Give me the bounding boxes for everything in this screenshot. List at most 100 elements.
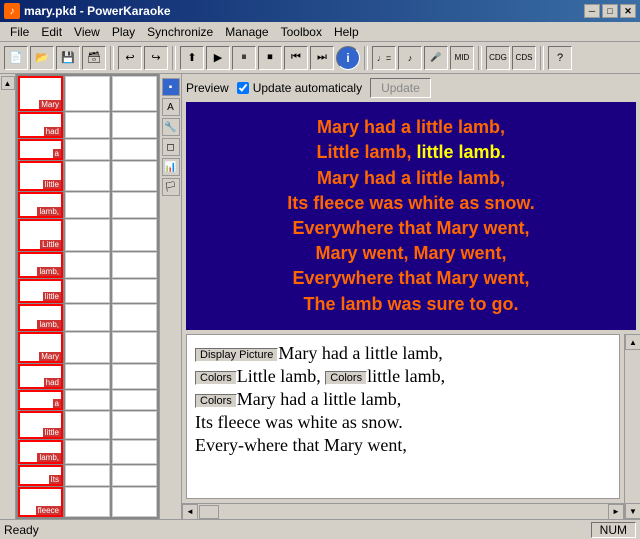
h-scroll-right[interactable]: ► (608, 504, 624, 520)
side-btn-4[interactable]: ◻ (162, 138, 180, 156)
syllable-a2[interactable]: a (18, 390, 63, 410)
preview-line-5: Everywhere that Mary went, (292, 218, 529, 238)
syllable-fleece[interactable]: fleece (18, 487, 63, 517)
toolbar-sep-1 (110, 46, 114, 70)
track2-block-3 (65, 139, 110, 160)
track3-block-13 (112, 411, 157, 439)
syllable-had2[interactable]: had (18, 364, 63, 389)
track3-block-10 (112, 332, 157, 363)
cds-button[interactable]: CDS (512, 46, 536, 70)
tag-colors-1[interactable]: Colors (195, 371, 237, 385)
window-title: mary.pkd - PowerKaraoke (24, 4, 171, 18)
menu-play[interactable]: Play (106, 23, 141, 41)
save-all-button[interactable]: 🗃 (82, 46, 106, 70)
voice-button[interactable]: 🎤 (424, 46, 448, 70)
syllable-had[interactable]: had (18, 112, 63, 138)
track2-block-15 (65, 465, 110, 486)
import-button[interactable]: ⬆ (180, 46, 204, 70)
cd-button[interactable]: CDG (486, 46, 510, 70)
menu-manage[interactable]: Manage (219, 23, 274, 41)
text-line-1: Display PictureMary had a little lamb, (195, 343, 611, 364)
next-button[interactable]: ⏭ (310, 46, 334, 70)
side-btn-1[interactable]: ▪ (162, 78, 180, 96)
menu-file[interactable]: File (4, 23, 35, 41)
preview-label: Preview (186, 81, 229, 95)
text-display-area[interactable]: Display PictureMary had a little lamb, C… (186, 334, 620, 499)
scroll-up[interactable]: ▲ (1, 76, 15, 90)
toolbar-sep-5 (540, 46, 544, 70)
tag-colors-2[interactable]: Colors (325, 371, 367, 385)
maximize-button[interactable]: □ (602, 4, 618, 18)
app-icon: ♪ (4, 3, 20, 19)
text-line-3: ColorsMary had a little lamb, (195, 389, 611, 410)
stop-button[interactable]: ⏹ (258, 46, 282, 70)
syllable-lamb[interactable]: lamb, (18, 192, 63, 218)
tag-display-picture[interactable]: Display Picture (195, 348, 278, 362)
preview-header: Preview Update automaticaly Update (186, 78, 636, 98)
help-toolbar-button[interactable]: ? (548, 46, 572, 70)
syllable-a[interactable]: a (18, 139, 63, 160)
side-btn-6[interactable]: 🏳 (162, 178, 180, 196)
menu-synchronize[interactable]: Synchronize (141, 23, 219, 41)
undo-button[interactable]: ↩ (118, 46, 142, 70)
track2-block-1 (65, 76, 110, 111)
menu-edit[interactable]: Edit (35, 23, 68, 41)
track3-block-3 (112, 139, 157, 160)
text-wrapper: Display PictureMary had a little lamb, C… (182, 334, 624, 519)
preview-line-4: Its fleece was white as snow. (287, 193, 534, 213)
h-scrollbar: ◄ ► (182, 503, 624, 519)
track2-block-7 (65, 252, 110, 278)
toolbar-sep-2 (172, 46, 176, 70)
syllable-Its[interactable]: Its (18, 465, 63, 486)
pitch-button[interactable]: ♪ (398, 46, 422, 70)
side-btn-3[interactable]: 🔧 (162, 118, 180, 136)
text-line-5: Every-where that Mary went, (195, 435, 611, 456)
menu-help[interactable]: Help (328, 23, 365, 41)
right-panel: Preview Update automaticaly Update Mary … (182, 74, 640, 519)
side-btn-2[interactable]: A (162, 98, 180, 116)
track2-block-16 (65, 487, 110, 517)
track2-block-13 (65, 411, 110, 439)
v-scroll-track[interactable] (625, 350, 640, 503)
h-scroll-thumb[interactable] (199, 505, 219, 519)
side-btn-5[interactable]: 📊 (162, 158, 180, 176)
minimize-button[interactable]: ─ (584, 4, 600, 18)
menu-view[interactable]: View (68, 23, 106, 41)
midi-button[interactable]: MID (450, 46, 474, 70)
syllable-lamb3[interactable]: lamb, (18, 304, 63, 330)
prev-button[interactable]: ⏮ (284, 46, 308, 70)
save-button[interactable]: 💾 (56, 46, 80, 70)
track3-block-4 (112, 161, 157, 191)
h-scroll-track[interactable] (198, 504, 608, 520)
syllable-lamb2[interactable]: lamb, (18, 252, 63, 278)
play-button[interactable]: ▶ (206, 46, 230, 70)
syllable-little[interactable]: little (18, 161, 63, 191)
syllable-lamb4[interactable]: lamb, (18, 440, 63, 465)
syllable-little2[interactable]: little (18, 279, 63, 304)
track3-block-12 (112, 390, 157, 410)
pause-button[interactable]: ⏸ (232, 46, 256, 70)
v-scroll-down[interactable]: ▼ (625, 503, 640, 519)
tag-colors-3[interactable]: Colors (195, 394, 237, 408)
window-controls: ─ □ ✕ (584, 4, 636, 18)
track2-block-12 (65, 390, 110, 410)
syllable-Mary2[interactable]: Mary (18, 332, 63, 363)
h-scroll-left[interactable]: ◄ (182, 504, 198, 520)
open-button[interactable]: 📂 (30, 46, 54, 70)
syllable-Mary[interactable]: Mary (18, 76, 63, 111)
auto-update-checkbox[interactable] (237, 82, 249, 94)
track2-block-2 (65, 112, 110, 138)
menu-toolbox[interactable]: Toolbox (275, 23, 328, 41)
redo-button[interactable]: ↪ (144, 46, 168, 70)
track3-block-7 (112, 252, 157, 278)
main-layout: ▲ Mary had a (0, 74, 640, 519)
syllable-little3[interactable]: little (18, 411, 63, 439)
info-button[interactable]: i (336, 46, 360, 70)
new-button[interactable]: 📄 (4, 46, 28, 70)
syllable-Little[interactable]: Little (18, 219, 63, 250)
tempo-button[interactable]: ♩= (372, 46, 396, 70)
preview-line-2: Little lamb, little lamb. (316, 142, 505, 162)
close-button[interactable]: ✕ (620, 4, 636, 18)
v-scroll-up[interactable]: ▲ (625, 334, 640, 350)
update-button[interactable]: Update (370, 78, 431, 98)
